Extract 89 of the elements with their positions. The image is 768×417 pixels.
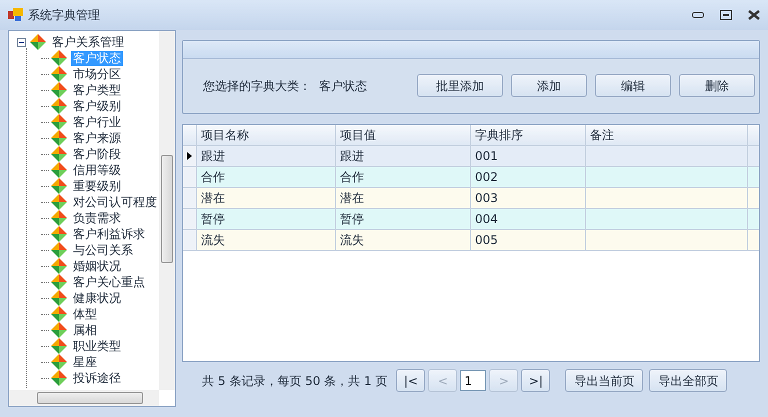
grid-row[interactable]: 跟进 跟进 001 bbox=[183, 146, 759, 167]
table-cell: 合作 bbox=[340, 170, 364, 184]
diamond-icon bbox=[51, 146, 67, 162]
tree-item[interactable]: 客户类型 bbox=[71, 82, 123, 98]
diamond-icon bbox=[51, 82, 67, 98]
grid-row[interactable]: 流失 流失 005 bbox=[183, 230, 759, 251]
table-cell: 004 bbox=[475, 212, 498, 226]
app-icon bbox=[8, 8, 24, 22]
table-cell: 暂停 bbox=[201, 212, 225, 226]
record-summary: 共 5 条记录，每页 50 条，共 1 页 bbox=[202, 372, 388, 390]
tree-item[interactable]: 客户阶段 bbox=[71, 146, 123, 162]
diamond-icon bbox=[51, 194, 67, 210]
tree-item[interactable]: 重要级别 bbox=[71, 178, 123, 194]
minimize-icon[interactable] bbox=[692, 12, 704, 18]
tree-item[interactable]: 市场分区 bbox=[71, 66, 123, 82]
action-button[interactable]: 删除 bbox=[679, 74, 755, 97]
export-button[interactable]: 导出全部页 bbox=[649, 369, 728, 392]
collapse-icon[interactable] bbox=[17, 38, 26, 46]
diamond-icon bbox=[51, 290, 67, 306]
category-value: 客户状态 bbox=[319, 78, 367, 94]
diamond-icon bbox=[51, 162, 67, 178]
diamond-icon bbox=[51, 50, 67, 66]
tree-item[interactable]: 婚姻状况 bbox=[71, 258, 123, 274]
tree-item[interactable]: 客户关系管理 bbox=[50, 34, 126, 50]
close-icon[interactable] bbox=[748, 10, 760, 20]
export-button[interactable]: 导出当前页 bbox=[565, 369, 644, 392]
diamond-icon bbox=[51, 370, 67, 386]
tree-item[interactable]: 客户行业 bbox=[71, 114, 123, 130]
horizontal-scrollbar[interactable] bbox=[9, 390, 159, 406]
category-label: 您选择的字典大类： bbox=[203, 78, 311, 94]
page-nav-button[interactable]: |< bbox=[396, 369, 426, 392]
diamond-icon bbox=[51, 98, 67, 114]
diamond-icon bbox=[30, 34, 46, 50]
diamond-icon bbox=[51, 322, 67, 338]
page-input[interactable]: 1 bbox=[460, 370, 486, 391]
tree-item[interactable]: 投诉途径 bbox=[71, 370, 123, 386]
diamond-icon bbox=[51, 66, 67, 82]
table-cell: 潜在 bbox=[201, 191, 225, 205]
table-cell: 流失 bbox=[340, 233, 364, 247]
page-nav-button[interactable]: >| bbox=[521, 369, 550, 392]
table-cell: 002 bbox=[475, 170, 498, 184]
tree-item[interactable]: 客户级别 bbox=[71, 98, 123, 114]
diamond-icon bbox=[51, 226, 67, 242]
grid-row[interactable]: 暂停 暂停 004 bbox=[183, 209, 759, 230]
tree-item[interactable]: 属相 bbox=[71, 322, 99, 338]
maximize-icon[interactable] bbox=[720, 10, 732, 20]
table-cell: 005 bbox=[475, 233, 498, 247]
tree-item[interactable]: 客户利益诉求 bbox=[71, 226, 147, 242]
tree-item[interactable]: 客户来源 bbox=[71, 130, 123, 146]
tree-item[interactable]: 职业类型 bbox=[71, 338, 123, 354]
table-cell: 流失 bbox=[201, 233, 225, 247]
diamond-icon bbox=[51, 242, 67, 258]
diamond-icon bbox=[51, 338, 67, 354]
tree-item[interactable]: 负责需求 bbox=[71, 210, 123, 226]
row-pointer-icon bbox=[187, 152, 192, 160]
table-cell: 合作 bbox=[201, 170, 225, 184]
grid-row[interactable]: 合作 合作 002 bbox=[183, 167, 759, 188]
action-button[interactable]: 添加 bbox=[511, 74, 587, 97]
column-header[interactable]: 备注 bbox=[586, 125, 748, 145]
table-cell: 跟进 bbox=[340, 149, 364, 163]
grid-row[interactable]: 潜在 潜在 003 bbox=[183, 188, 759, 209]
window-title: 系统字典管理 bbox=[28, 7, 100, 24]
tree-item[interactable]: 与公司关系 bbox=[71, 242, 135, 258]
table-cell: 003 bbox=[475, 191, 498, 205]
row-header[interactable] bbox=[183, 146, 197, 166]
diamond-icon bbox=[51, 274, 67, 290]
diamond-icon bbox=[51, 178, 67, 194]
column-header[interactable]: 字典排序 bbox=[471, 125, 586, 145]
diamond-icon bbox=[51, 114, 67, 130]
tree-item[interactable]: 信用等级 bbox=[71, 162, 123, 178]
table-cell: 潜在 bbox=[340, 191, 364, 205]
table-cell: 001 bbox=[475, 149, 498, 163]
action-button[interactable]: 编辑 bbox=[595, 74, 671, 97]
diamond-icon bbox=[51, 130, 67, 146]
tree-item[interactable]: 星座 bbox=[71, 354, 99, 370]
tree-item[interactable]: 体型 bbox=[71, 306, 99, 322]
tree-item[interactable]: 客户关心重点 bbox=[71, 274, 147, 290]
table-cell: 暂停 bbox=[340, 212, 364, 226]
diamond-icon bbox=[51, 306, 67, 322]
column-header[interactable]: 项目名称 bbox=[197, 125, 336, 145]
diamond-icon bbox=[51, 354, 67, 370]
action-button[interactable]: 批里添加 bbox=[417, 74, 503, 97]
diamond-icon bbox=[51, 258, 67, 274]
column-header[interactable]: 项目值 bbox=[336, 125, 471, 145]
diamond-icon bbox=[51, 210, 67, 226]
tree-item[interactable]: 健康状况 bbox=[71, 290, 123, 306]
vertical-scrollbar[interactable] bbox=[159, 31, 175, 390]
tree-item[interactable]: 对公司认可程度 bbox=[71, 194, 159, 210]
table-cell: 跟进 bbox=[201, 149, 225, 163]
